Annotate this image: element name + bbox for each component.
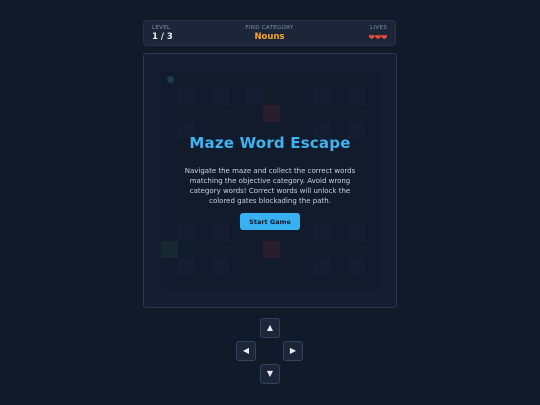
move-right-button[interactable]: ▶ <box>283 341 303 361</box>
category-indicator: FIND CATEGORY Nouns <box>144 25 395 43</box>
start-game-button[interactable]: Start Game <box>240 213 300 230</box>
move-left-button[interactable]: ◀ <box>236 341 256 361</box>
start-overlay: Maze Word Escape Navigate the maze and c… <box>144 54 396 307</box>
category-value: Nouns <box>254 32 285 42</box>
game-description: Navigate the maze and collect the correc… <box>184 167 356 205</box>
maze-board: Maze Word Escape Navigate the maze and c… <box>143 53 397 308</box>
move-down-button[interactable]: ▼ <box>260 364 280 384</box>
category-label: FIND CATEGORY <box>245 25 294 31</box>
move-up-button[interactable]: ▲ <box>260 318 280 338</box>
status-bar: LEVEL 1 / 3 FIND CATEGORY Nouns LIVES ❤❤… <box>143 20 396 46</box>
game-title: Maze Word Escape <box>189 134 351 152</box>
lives-indicator: LIVES ❤❤❤ <box>368 25 387 43</box>
game-app: LEVEL 1 / 3 FIND CATEGORY Nouns LIVES ❤❤… <box>0 0 540 405</box>
lives-label: LIVES <box>370 25 387 31</box>
heart-icons: ❤❤❤ <box>368 33 387 42</box>
